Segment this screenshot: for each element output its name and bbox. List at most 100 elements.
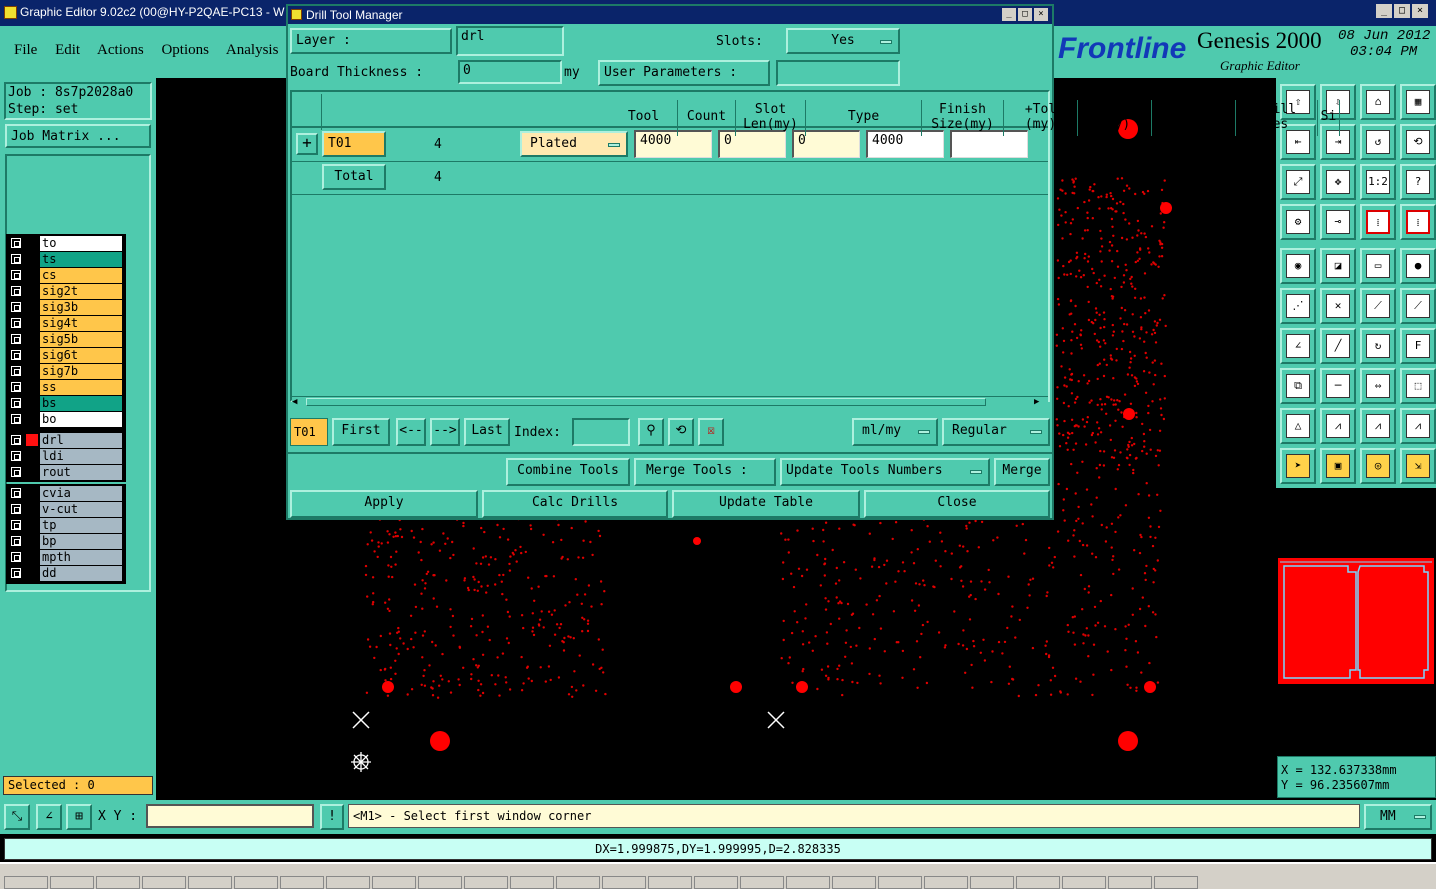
layer-row-ts[interactable]: ts (8, 252, 124, 268)
layer-checkbox[interactable] (11, 552, 21, 562)
update-tools-numbers-button[interactable]: Update Tools Numbers (780, 458, 990, 486)
dialog-minimize-icon[interactable]: _ (1002, 8, 1016, 21)
toolbar-button[interactable]: ─ (1320, 368, 1356, 404)
layer-checkbox[interactable] (11, 568, 21, 578)
layer-checkbox[interactable] (11, 520, 21, 530)
scroll-left-icon[interactable]: ◀ (292, 397, 304, 408)
layer-checkbox[interactable] (11, 451, 21, 461)
board-thickness-input[interactable]: 0 (458, 60, 562, 84)
toolbar-button[interactable]: ↺ (1360, 124, 1396, 160)
layer-checkbox[interactable] (11, 435, 21, 445)
menu-options[interactable]: Options (161, 42, 209, 58)
toolbar-button[interactable]: ⁞ (1400, 204, 1436, 240)
layer-checkbox[interactable] (11, 398, 21, 408)
slots-select[interactable]: Yes (786, 28, 900, 54)
measure-tool-button[interactable]: ∠ (36, 804, 62, 830)
table-hscrollbar[interactable]: ◀ ▶ (292, 396, 1048, 408)
layer-row-sig3b[interactable]: sig3b (8, 300, 124, 316)
taskbar-button[interactable] (694, 876, 738, 889)
toolbar-button[interactable]: ⁞ (1360, 204, 1396, 240)
merge-button[interactable]: Merge (994, 458, 1050, 486)
calc-drills-button[interactable]: Calc Drills (482, 490, 668, 518)
toolbar-button[interactable]: ⟋ (1400, 288, 1436, 324)
taskbar-button[interactable] (4, 876, 48, 889)
layer-name[interactable]: cs (40, 268, 122, 283)
toolbar-button[interactable]: ⚙ (1280, 204, 1316, 240)
taskbar-button[interactable] (740, 876, 784, 889)
toolbar-button[interactable]: ✥ (1320, 164, 1356, 200)
layer-row-to[interactable]: to (8, 236, 124, 252)
toolbar-button[interactable]: ⟋ (1360, 288, 1396, 324)
scroll-thumb[interactable] (306, 398, 986, 406)
layer-row-cs[interactable]: cs (8, 268, 124, 284)
toolbar-button[interactable]: ◪ (1320, 248, 1356, 284)
menu-file[interactable]: File (14, 42, 37, 58)
alert-button[interactable]: ! (320, 804, 344, 830)
taskbar-button[interactable] (648, 876, 692, 889)
grid-tool-button[interactable]: ⊞ (66, 804, 92, 830)
overview-map[interactable] (1278, 558, 1434, 684)
close-button[interactable]: Close (864, 490, 1050, 518)
layer-row-sig2t[interactable]: sig2t (8, 284, 124, 300)
layer-name[interactable]: drl (40, 433, 122, 448)
minimize-icon[interactable]: _ (1376, 4, 1392, 18)
toolbar-button[interactable]: ⩘ (1320, 408, 1356, 444)
taskbar-button[interactable] (372, 876, 416, 889)
layer-checkbox[interactable] (11, 302, 21, 312)
row-expand-button[interactable]: + (296, 133, 318, 155)
close-icon[interactable]: × (1412, 4, 1428, 18)
taskbar-button[interactable] (326, 876, 370, 889)
layer-field[interactable]: drl (456, 26, 564, 56)
toolbar-button[interactable]: ◎ (1360, 448, 1396, 484)
layer-name[interactable]: sig7b (40, 364, 122, 379)
toolbar-button[interactable]: ⋰ (1280, 288, 1316, 324)
layer-name[interactable]: sig5b (40, 332, 122, 347)
layer-label-button[interactable]: Layer : (290, 28, 452, 54)
toolbar-button[interactable]: ✕ (1320, 288, 1356, 324)
dialog-maximize-icon[interactable]: □ (1018, 8, 1032, 21)
toolbar-button[interactable]: △ (1280, 408, 1316, 444)
layer-name[interactable]: ldi (40, 449, 122, 464)
toolbar-button[interactable]: ⇔ (1360, 368, 1396, 404)
toolbar-button[interactable]: ⩘ (1360, 408, 1396, 444)
menu-edit[interactable]: Edit (55, 42, 80, 58)
layer-row-sig4t[interactable]: sig4t (8, 316, 124, 332)
layer-name[interactable]: bs (40, 396, 122, 411)
layer-name[interactable]: dd (40, 566, 122, 581)
toolbar-button[interactable]: ⊸ (1320, 204, 1356, 240)
taskbar-button[interactable] (50, 876, 94, 889)
layer-name[interactable]: cvia (40, 486, 122, 501)
taskbar-button[interactable] (1154, 876, 1198, 889)
toolbar-button[interactable]: ↻ (1360, 328, 1396, 364)
toolbar-button[interactable]: ▦ (1400, 84, 1436, 120)
scroll-right-icon[interactable]: ▶ (1034, 397, 1046, 408)
layer-name[interactable]: sig6t (40, 348, 122, 363)
combine-tools-button[interactable]: Combine Tools (506, 458, 630, 486)
layer-row-ss[interactable]: ss (8, 380, 124, 396)
layer-row-ldi[interactable]: ldi (8, 449, 124, 465)
taskbar-button[interactable] (602, 876, 646, 889)
taskbar-button[interactable] (188, 876, 232, 889)
taskbar-button[interactable] (96, 876, 140, 889)
update-table-button[interactable]: Update Table (672, 490, 860, 518)
layer-row-sig6t[interactable]: sig6t (8, 348, 124, 364)
index-search-button[interactable]: ⚲ (638, 418, 664, 446)
toolbar-button[interactable]: ⩘ (1400, 408, 1436, 444)
user-parameters-input[interactable] (776, 60, 900, 86)
layer-checkbox[interactable] (11, 366, 21, 376)
taskbar-button[interactable] (786, 876, 830, 889)
layer-name[interactable]: v-cut (40, 502, 122, 517)
layer-name[interactable]: to (40, 236, 122, 251)
layer-row-bo[interactable]: bo (8, 412, 124, 428)
toolbar-button[interactable]: ⬚ (1400, 368, 1436, 404)
layer-row-mpth[interactable]: mpth (8, 550, 124, 566)
toolbar-button[interactable]: ∠ (1280, 328, 1316, 364)
toolbar-button[interactable]: ⌂ (1360, 84, 1396, 120)
layer-name[interactable]: sig4t (40, 316, 122, 331)
layer-name[interactable]: sig3b (40, 300, 122, 315)
layer-name[interactable]: tp (40, 518, 122, 533)
layer-checkbox[interactable] (11, 286, 21, 296)
layer-row-cvia[interactable]: cvia (8, 486, 124, 502)
layer-row-sig5b[interactable]: sig5b (8, 332, 124, 348)
toolbar-button[interactable]: ? (1400, 164, 1436, 200)
